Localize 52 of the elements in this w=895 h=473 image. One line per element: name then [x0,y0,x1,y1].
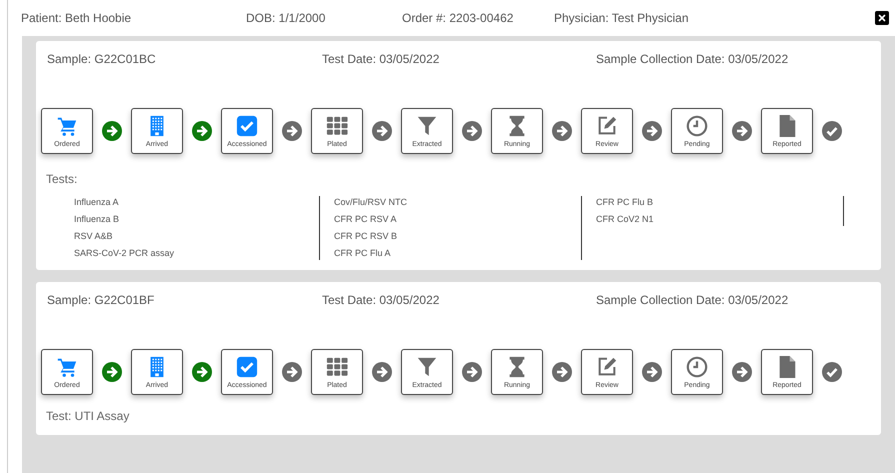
sample-id: Sample: G22C01BF [47,292,156,309]
arrow-circle-icon [192,121,212,141]
collection-date: Sample Collection Date: 03/05/2022 [596,292,788,309]
sample-id: Sample: G22C01BC [47,51,157,68]
filter-icon [416,114,438,136]
arrow-circle-icon [732,362,752,382]
test-date: Test Date: 03/05/2022 [322,51,440,68]
test-name: CFR PC RSV A [334,213,398,226]
test-name: CFR PC Flu B [596,196,654,209]
arrow-circle-icon [282,362,302,382]
test-name: Cov/Flu/RSV NTC [334,196,408,209]
arrow-circle-icon [732,121,752,141]
arrow-circle-icon [102,121,122,141]
test-name: CFR CoV2 N1 [596,213,655,226]
filter-icon [416,356,438,378]
arrow-circle-icon [192,362,212,382]
checkbox-icon [236,356,258,378]
test-name: Influenza B [74,213,120,226]
date-of-birth: DOB: 1/1/2000 [246,10,326,27]
arrow-circle-icon [552,121,572,141]
test-name: Test: UTI Assay [46,408,130,425]
test-name: CFR PC RSV B [334,230,398,243]
test-name: SARS-CoV-2 PCR assay [74,247,176,260]
arrow-circle-icon [462,121,482,141]
arrow-circle-icon [642,121,662,141]
arrow-circle-icon [552,362,572,382]
test-name: Influenza A [74,196,120,209]
arrow-circle-icon [642,362,662,382]
order-number: Order #: 2203-00462 [402,10,514,27]
tests-heading: Tests: [46,171,78,188]
edit-icon [596,114,618,136]
arrow-circle-icon [372,362,392,382]
test-date: Test Date: 03/05/2022 [322,292,440,309]
grid-icon [326,114,348,136]
patient-name: Patient: Beth Hoobie [21,10,132,27]
test-name: CFR PC Flu A [334,247,392,260]
physician-name: Physician: Test Physician [554,10,690,27]
arrow-circle-icon [372,121,392,141]
check-circle-icon [822,121,842,141]
arrow-circle-icon [462,362,482,382]
close-button[interactable] [875,11,889,25]
clock-icon [686,114,708,136]
grid-icon [326,356,348,378]
close-icon [877,13,887,23]
arrow-circle-icon [282,121,302,141]
checkbox-icon [236,114,258,136]
collection-date: Sample Collection Date: 03/05/2022 [596,51,788,68]
clock-icon [686,356,708,378]
check-circle-icon [822,362,842,382]
edit-icon [596,356,618,378]
arrow-circle-icon [102,362,122,382]
test-name: RSV A&B [74,230,114,243]
